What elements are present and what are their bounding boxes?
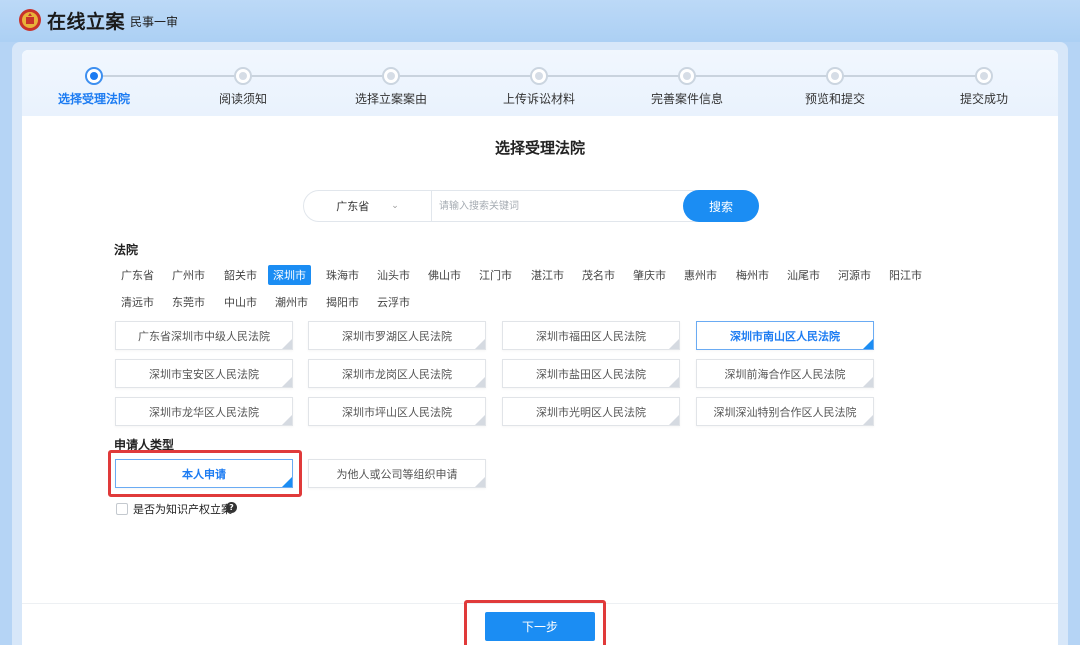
city-tab[interactable]: 汕尾市 (782, 265, 825, 285)
city-tab[interactable]: 清远市 (116, 292, 159, 312)
step-dot-7 (975, 67, 993, 85)
city-tab[interactable]: 云浮市 (372, 292, 415, 312)
province-value: 广东省 (336, 200, 370, 213)
chevron-down-icon: ⌄ (391, 201, 399, 211)
court-option[interactable]: 深圳市罗湖区人民法院 (308, 321, 486, 350)
court-option[interactable]: 深圳深汕特别合作区人民法院 (696, 397, 874, 426)
ip-filing-label: 是否为知识产权立案 (133, 503, 232, 516)
search-button[interactable]: 搜索 (683, 190, 759, 222)
city-tab[interactable]: 中山市 (219, 292, 262, 312)
step-label-6: 预览和提交 (804, 92, 866, 106)
app-title: 在线立案 (47, 11, 126, 33)
ip-filing-checkbox[interactable] (116, 503, 128, 515)
court-option[interactable]: 深圳市坪山区人民法院 (308, 397, 486, 426)
city-tab-selected[interactable]: 深圳市 (268, 265, 311, 285)
app-subtitle: 民事一审 (130, 15, 179, 29)
court-option[interactable]: 深圳市龙华区人民法院 (115, 397, 293, 426)
court-option[interactable]: 深圳市龙岗区人民法院 (308, 359, 486, 388)
city-tab[interactable]: 梅州市 (731, 265, 774, 285)
city-tab[interactable]: 河源市 (833, 265, 876, 285)
province-select[interactable]: 广东省 ⌄ (304, 191, 432, 221)
step-label-7: 提交成功 (959, 92, 1009, 106)
next-step-button[interactable]: 下一步 (485, 612, 595, 641)
city-tab[interactable]: 茂名市 (577, 265, 620, 285)
court-option[interactable]: 深圳市宝安区人民法院 (115, 359, 293, 388)
progress-steps: 选择受理法院 阅读须知 选择立案案由 上传诉讼材料 完善案件信息 预览和提交 提… (22, 50, 1058, 116)
applicant-self-option[interactable]: 本人申请 (115, 459, 293, 488)
city-tab[interactable]: 汕头市 (372, 265, 415, 285)
step-dot-1 (85, 67, 103, 85)
main-card: 选择受理法院 阅读须知 选择立案案由 上传诉讼材料 完善案件信息 预览和提交 提… (22, 50, 1058, 645)
court-emblem-icon (19, 9, 41, 31)
city-tab[interactable]: 东莞市 (167, 292, 210, 312)
court-option[interactable]: 广东省深圳市中级人民法院 (115, 321, 293, 350)
city-tab[interactable]: 揭阳市 (321, 292, 364, 312)
applicant-other-option[interactable]: 为他人或公司等组织申请 (308, 459, 486, 488)
help-icon[interactable]: ? (226, 502, 237, 513)
court-section-label: 法院 (114, 243, 139, 257)
city-tab[interactable]: 肇庆市 (628, 265, 671, 285)
city-tab[interactable]: 佛山市 (423, 265, 466, 285)
city-tab[interactable]: 阳江市 (884, 265, 927, 285)
step-label-4: 上传诉讼材料 (502, 92, 576, 106)
search-input[interactable] (439, 197, 679, 215)
top-bar: 在线立案 民事一审 (0, 0, 1080, 42)
city-tab[interactable]: 惠州市 (679, 265, 722, 285)
court-option[interactable]: 深圳市福田区人民法院 (502, 321, 680, 350)
city-tab[interactable]: 珠海市 (321, 265, 364, 285)
court-option[interactable]: 深圳前海合作区人民法院 (696, 359, 874, 388)
city-tab[interactable]: 潮州市 (270, 292, 313, 312)
court-option-selected[interactable]: 深圳市南山区人民法院 (696, 321, 874, 350)
step-label-2: 阅读须知 (218, 92, 268, 106)
city-tab[interactable]: 广东省 (116, 265, 159, 285)
step-dot-3 (382, 67, 400, 85)
step-dot-4 (530, 67, 548, 85)
step-dot-6 (826, 67, 844, 85)
city-tab[interactable]: 韶关市 (219, 265, 262, 285)
court-search-bar: 广东省 ⌄ 搜索 (303, 190, 759, 222)
court-option[interactable]: 深圳市光明区人民法院 (502, 397, 680, 426)
step-label-3: 选择立案案由 (354, 92, 428, 106)
court-option[interactable]: 深圳市盐田区人民法院 (502, 359, 680, 388)
step-dot-5 (678, 67, 696, 85)
city-tab[interactable]: 广州市 (167, 265, 210, 285)
city-tab[interactable]: 湛江市 (526, 265, 569, 285)
page-title: 选择受理法院 (494, 139, 585, 157)
step-label-5: 完善案件信息 (650, 92, 724, 106)
city-tab[interactable]: 江门市 (474, 265, 517, 285)
step-label-1: 选择受理法院 (57, 92, 131, 106)
step-dot-2 (234, 67, 252, 85)
